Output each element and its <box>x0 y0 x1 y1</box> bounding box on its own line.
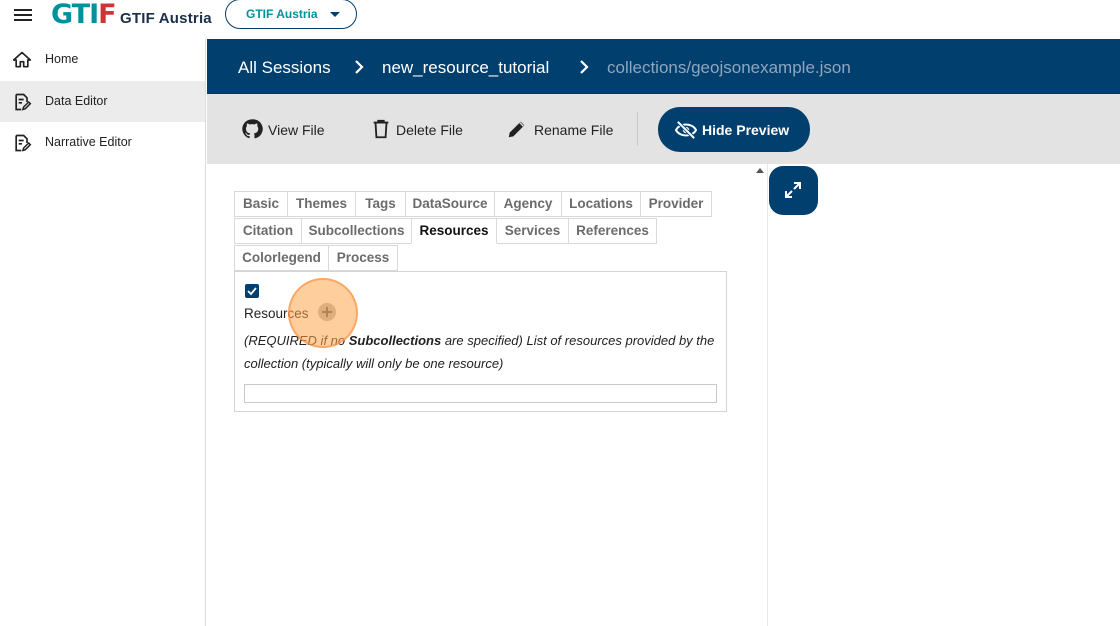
top-bar: GTIF GTIF Austria GTIF Austria <box>0 0 1120 39</box>
tab-process[interactable]: Process <box>328 245 398 271</box>
resources-description: (REQUIRED if no Subcollections are speci… <box>244 329 720 375</box>
tab-provider[interactable]: Provider <box>640 191 712 217</box>
resources-field-label: Resources <box>244 306 309 321</box>
breadcrumb-session[interactable]: new_resource_tutorial <box>382 58 549 78</box>
delete-file-button[interactable]: Delete File <box>370 118 470 142</box>
tab-locations[interactable]: Locations <box>561 191 641 217</box>
sidebar-item-data-editor[interactable]: Data Editor <box>0 81 205 122</box>
tab-citation[interactable]: Citation <box>234 218 302 244</box>
breadcrumb: All Sessions new_resource_tutorial colle… <box>207 39 1120 94</box>
hide-preview-label: Hide Preview <box>702 122 790 138</box>
gtif-logo-mark: GTIF <box>51 0 117 30</box>
rename-file-button[interactable]: Rename File <box>506 118 618 142</box>
brand-select[interactable]: GTIF Austria <box>225 0 357 29</box>
description-bold: Subcollections <box>348 333 442 348</box>
brand-select-value: GTIF Austria <box>246 7 318 21</box>
resources-checkbox[interactable] <box>245 284 259 298</box>
tab-services[interactable]: Services <box>496 218 569 244</box>
sidebar-item-label: Narrative Editor <box>45 135 132 149</box>
view-file-label: View File <box>268 122 325 138</box>
tab-themes[interactable]: Themes <box>287 191 356 217</box>
tab-subcollections[interactable]: Subcollections <box>301 218 412 244</box>
description-prefix: (REQUIRED if no <box>244 333 349 348</box>
home-icon <box>12 51 32 68</box>
sidebar-item-home[interactable]: Home <box>0 39 205 80</box>
tab-agency[interactable]: Agency <box>494 191 562 217</box>
expand-button[interactable] <box>769 166 818 215</box>
check-icon <box>247 287 257 296</box>
breadcrumb-current-file: collections/geojsonexample.json <box>607 58 851 77</box>
scroll-up-arrow[interactable] <box>756 168 764 173</box>
tab-basic[interactable]: Basic <box>234 191 288 217</box>
trash-icon <box>373 119 389 139</box>
delete-file-label: Delete File <box>396 122 463 138</box>
expand-icon <box>785 182 801 198</box>
rename-file-label: Rename File <box>534 122 614 138</box>
sidebar: Home Data Editor Narrative Editor <box>0 39 206 626</box>
sidebar-item-label: Home <box>45 52 79 66</box>
menu-icon[interactable] <box>14 7 34 25</box>
chevron-right-icon <box>355 60 364 74</box>
resources-input[interactable] <box>244 384 717 403</box>
tab-references[interactable]: References <box>568 218 657 244</box>
view-file-button[interactable]: View File <box>241 118 331 142</box>
edit-document-icon <box>15 134 32 152</box>
breadcrumb-all-sessions[interactable]: All Sessions <box>238 58 331 78</box>
app-title: GTIF Austria <box>120 10 212 27</box>
sidebar-item-label: Data Editor <box>45 94 108 108</box>
tab-datasource[interactable]: DataSource <box>405 191 495 217</box>
eye-off-icon <box>675 120 697 140</box>
pencil-icon <box>508 121 525 138</box>
toolbar-divider <box>637 112 638 146</box>
tab-tags[interactable]: Tags <box>355 191 406 217</box>
tab-resources[interactable]: Resources <box>411 218 497 244</box>
caret-down-icon <box>330 12 340 17</box>
hide-preview-button[interactable]: Hide Preview <box>658 107 810 152</box>
tab-colorlegend[interactable]: Colorlegend <box>234 245 329 271</box>
add-resource-icon[interactable] <box>318 303 336 321</box>
edit-document-icon <box>15 93 32 111</box>
preview-divider <box>767 164 768 626</box>
sidebar-item-narrative-editor[interactable]: Narrative Editor <box>0 122 205 163</box>
github-icon <box>242 119 263 139</box>
chevron-right-icon <box>580 60 589 74</box>
